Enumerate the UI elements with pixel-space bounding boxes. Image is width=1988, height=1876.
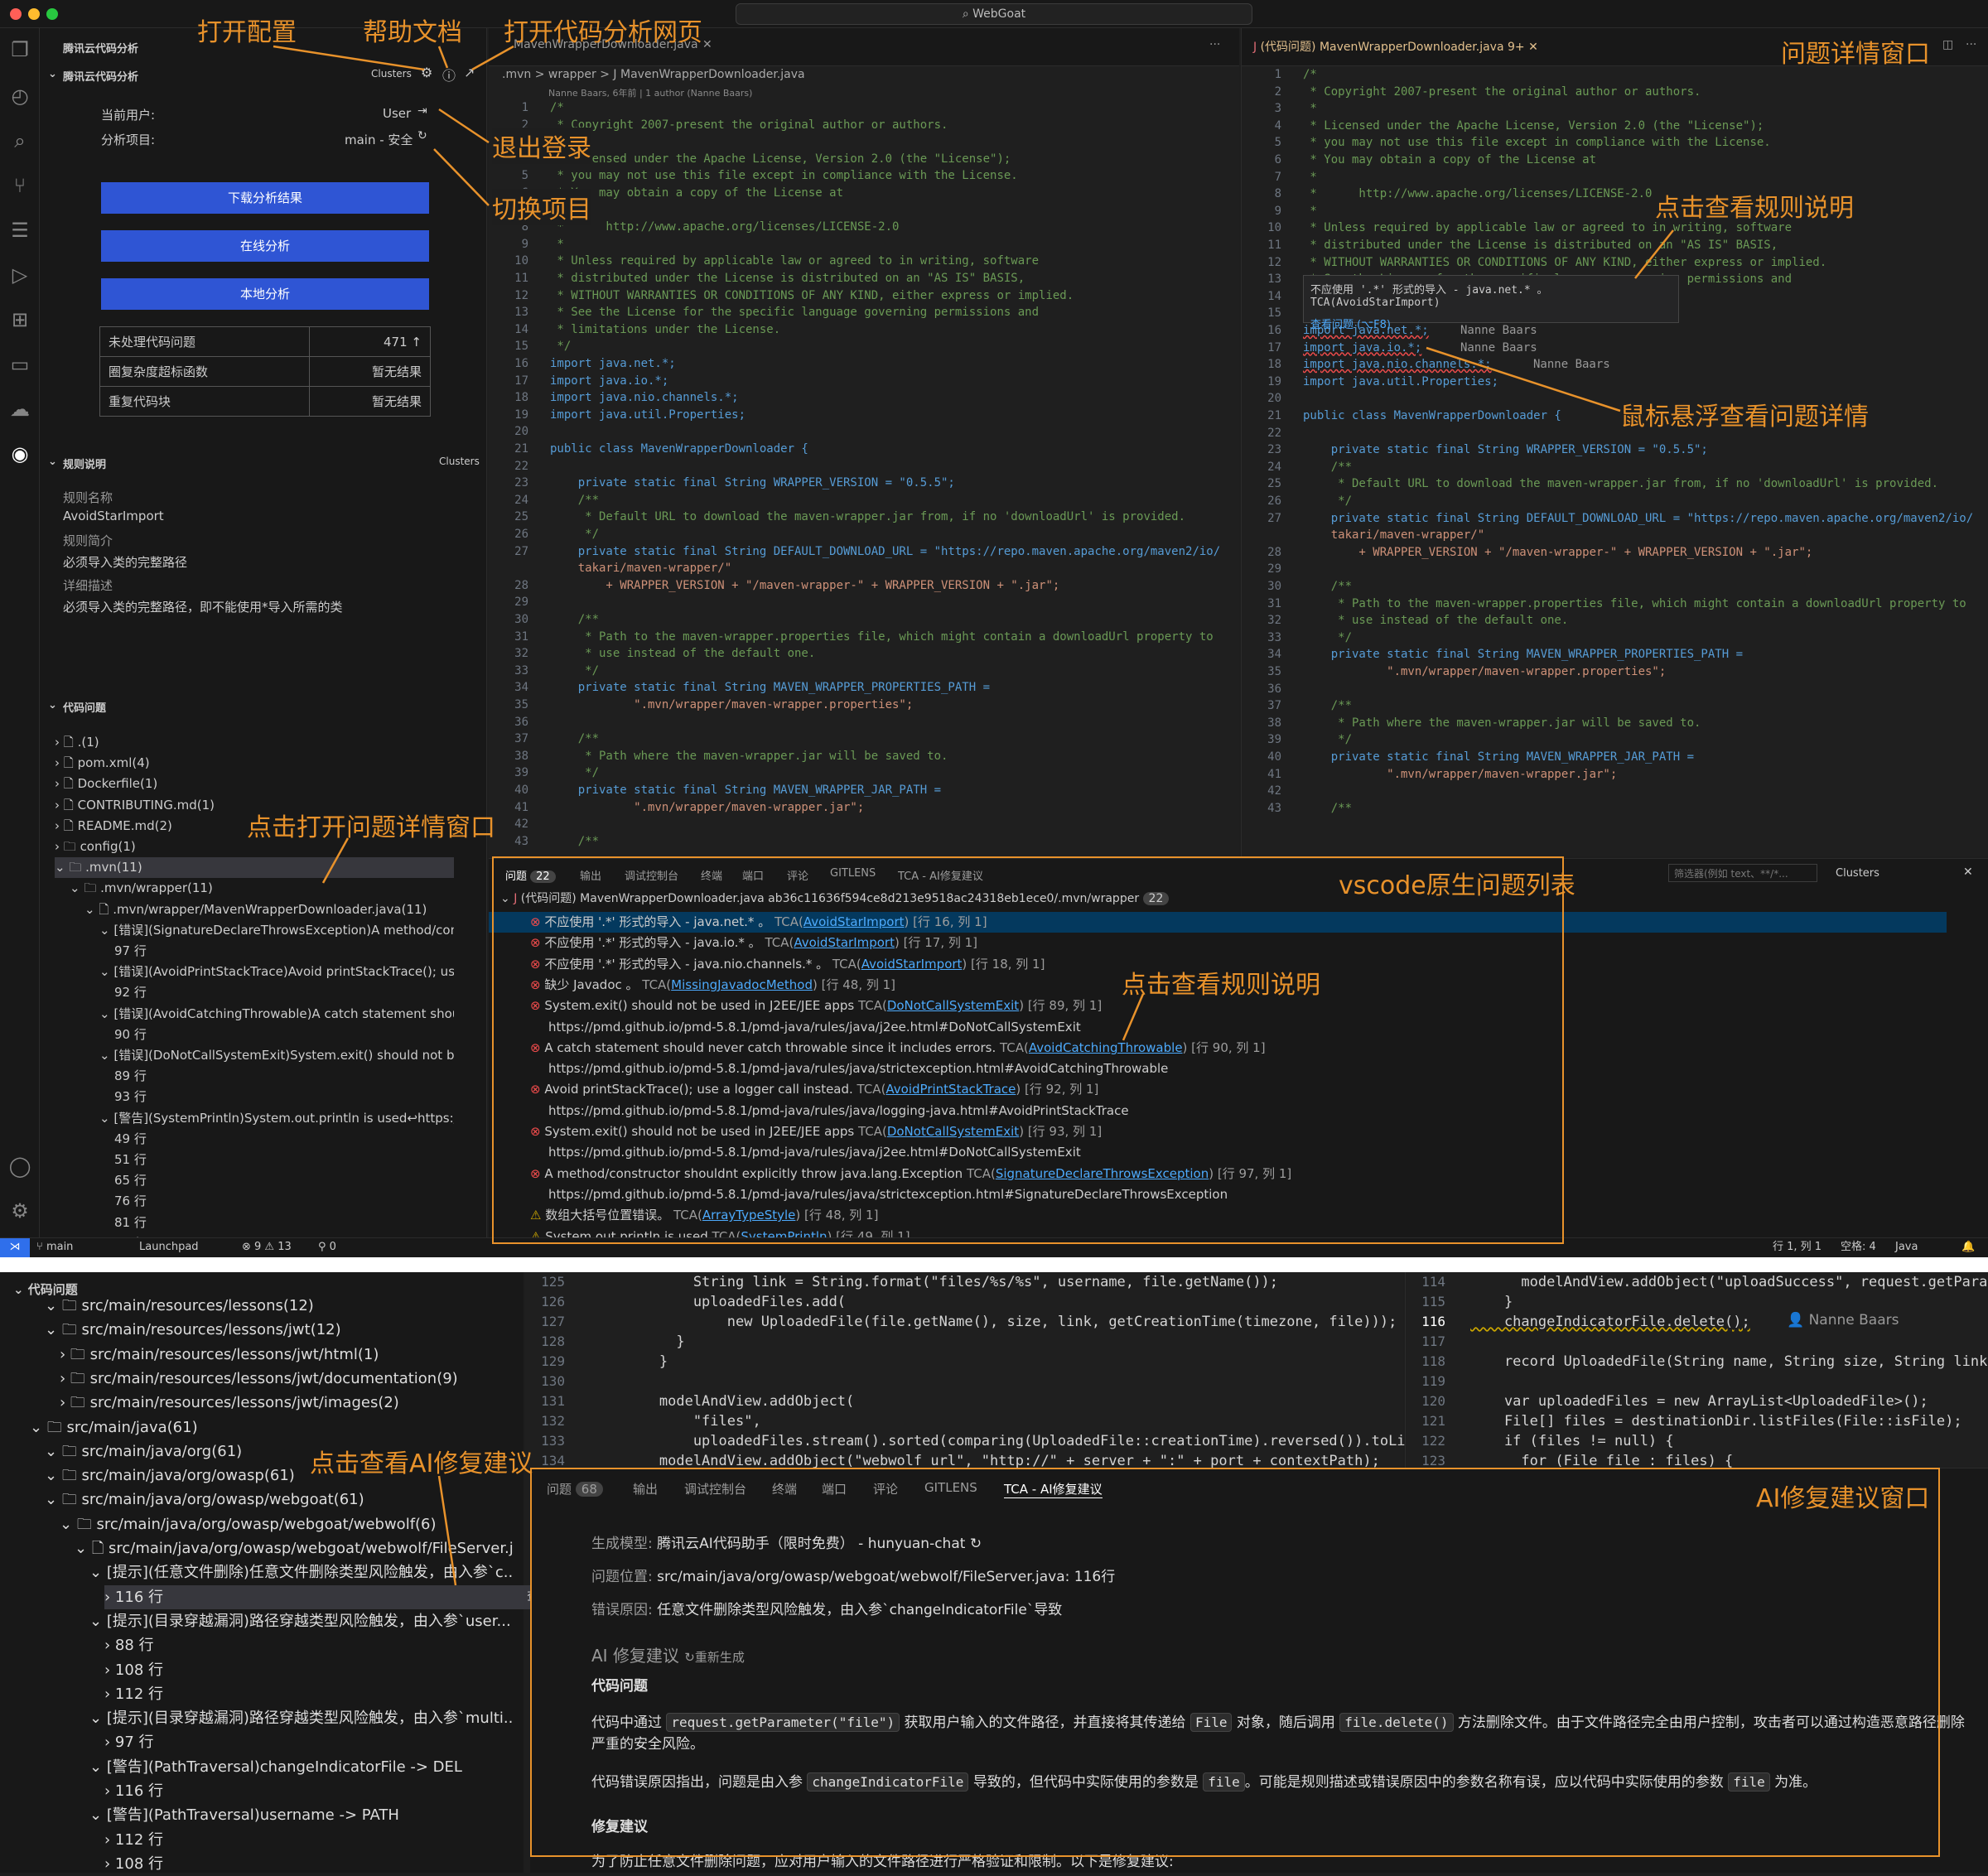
- top-screenshot: ⌕ WebGoat ❐ ◴ ⌕ ⑂ ☰ ▷ ⊞ ▭ ☁ ◉ ◯ ⚙ 腾讯云代码分…: [0, 0, 1988, 1257]
- bottom-screenshot: ⌄ 代码问题 ⌄ 🗀 src/main/resources/lessons(12…: [0, 1272, 1988, 1873]
- annotation-arrows-bottom: [437, 1475, 457, 1586]
- separator: [0, 1257, 1988, 1272]
- annotation-arrows: [273, 45, 1674, 1041]
